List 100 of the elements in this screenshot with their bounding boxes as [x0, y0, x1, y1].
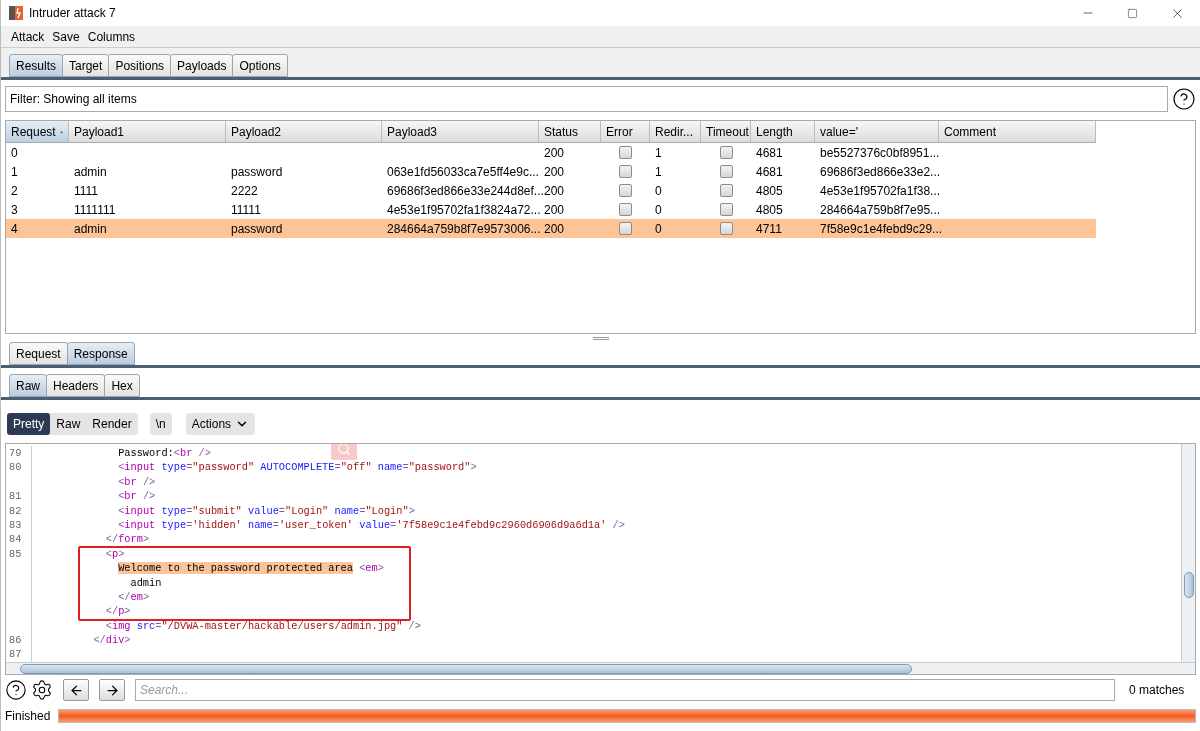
- table-cell-text: 284664a759b8f7e9573006...: [387, 220, 541, 238]
- tab[interactable]: Response: [66, 342, 135, 365]
- table-cell-text: 4681: [756, 144, 783, 162]
- tab[interactable]: Raw: [9, 374, 47, 397]
- code-line: <img src="/DVWA-master/hackable/users/admin.jpg" />: [104, 619, 421, 632]
- app-logo-icon: [9, 6, 23, 20]
- table-row[interactable]: 3 1111111 11111 4e53e1f95702fa1f3824a72... 200 0 4805 284664a759b8f7e95...: [6, 200, 1096, 219]
- menu-item[interactable]: Columns: [87, 27, 136, 46]
- checkbox[interactable]: [619, 184, 632, 197]
- table-cell-text: 063e1fd56033ca7e5ff4e9c...: [387, 163, 539, 181]
- checkbox[interactable]: [619, 203, 632, 216]
- tab[interactable]: Options: [232, 54, 288, 77]
- column-header[interactable]: Timeout: [701, 121, 751, 142]
- checkbox[interactable]: [619, 165, 632, 178]
- vertical-scrollbar[interactable]: [1181, 444, 1195, 662]
- table-cell-text: 200: [544, 220, 565, 238]
- checkbox[interactable]: [619, 222, 632, 235]
- tab[interactable]: Request: [9, 342, 68, 365]
- sort-up-icon: [59, 128, 63, 135]
- menu-item[interactable]: Attack: [11, 27, 45, 46]
- table-cell-text: 284664a759b8f7e95...: [820, 201, 941, 219]
- table-cell-text: 200: [544, 163, 565, 181]
- line-number: 82: [9, 504, 22, 517]
- code-line: Welcome to the password protected area <em>: [117, 562, 384, 575]
- column-header[interactable]: Comment: [939, 121, 1096, 142]
- column-header[interactable]: Payload2: [226, 121, 382, 142]
- code-line: </div>: [92, 634, 131, 647]
- checkbox[interactable]: [719, 146, 733, 159]
- arrow-right-icon: [104, 682, 120, 698]
- table-row[interactable]: 1 admin password 063e1fd56033ca7e5ff4e9c... 200 1 4681 69686f3ed866e33e2...: [6, 162, 1096, 181]
- column-header[interactable]: Request: [6, 121, 69, 142]
- tab[interactable]: Headers: [46, 374, 106, 397]
- table-row[interactable]: 0 200 1 4681 be5527376c0bf8951...: [6, 143, 1096, 162]
- column-header[interactable]: Error: [601, 121, 650, 142]
- checkbox[interactable]: [719, 165, 733, 178]
- menu-item[interactable]: Save: [52, 27, 80, 46]
- column-header[interactable]: Payload3: [382, 121, 539, 142]
- table-cell-text: 2: [11, 182, 18, 200]
- line-number: 81: [9, 490, 22, 503]
- table-cell-text: 4e53e1f95702fa1f3824a72...: [387, 201, 541, 219]
- line-number: 85: [9, 547, 22, 560]
- table-cell-text: admin: [74, 163, 107, 181]
- code-line: <input type="submit" value="Login" name="Login">: [117, 504, 415, 517]
- search-field[interactable]: Search...: [135, 679, 1115, 701]
- actions-button[interactable]: Actions: [185, 413, 256, 435]
- code-line: <input type="password" AUTOCOMPLETE="off" name="password">: [117, 461, 477, 474]
- format-toggle[interactable]: Render: [86, 413, 138, 435]
- tab[interactable]: Results: [9, 54, 63, 77]
- search-icon: [337, 444, 351, 456]
- line-number: 87: [9, 648, 22, 661]
- column-header[interactable]: Length: [751, 121, 815, 142]
- checkbox[interactable]: [619, 146, 632, 159]
- checkbox[interactable]: [719, 203, 733, 216]
- table-cell-text: 1: [655, 163, 662, 181]
- table-cell-text: 4711: [756, 220, 782, 238]
- format-toggle[interactable]: Raw: [50, 413, 87, 435]
- forward-button[interactable]: [99, 679, 125, 701]
- settings-icon[interactable]: [31, 679, 53, 701]
- table-cell-text: 200: [544, 144, 565, 162]
- table-cell-text: 1111111: [74, 201, 116, 219]
- table-cell-text: 200: [544, 201, 565, 219]
- line-number: 86: [9, 634, 22, 647]
- table-cell-text: 0: [655, 201, 662, 219]
- back-button[interactable]: [63, 679, 89, 701]
- help-icon[interactable]: [5, 679, 27, 701]
- line-number: 84: [9, 533, 22, 546]
- newline-button[interactable]: \n: [149, 413, 172, 435]
- table-cell-text: 200: [544, 182, 565, 200]
- tab[interactable]: Target: [62, 54, 110, 77]
- format-toggle[interactable]: Pretty: [7, 413, 51, 435]
- table-cell-text: 0: [655, 182, 662, 200]
- table-cell-text: password: [231, 220, 283, 238]
- column-header[interactable]: Status: [539, 121, 601, 142]
- table-cell-text: 1: [655, 144, 662, 162]
- code-line: </form>: [104, 533, 150, 546]
- code-line: <p>: [104, 547, 125, 560]
- table-cell-text: 3: [11, 201, 18, 219]
- filter-bar[interactable]: Filter: Showing all items: [5, 86, 1168, 112]
- column-header[interactable]: Redir...: [650, 121, 701, 142]
- table-cell-text: 4805: [756, 182, 783, 200]
- checkbox[interactable]: [719, 184, 733, 197]
- code-line: </em>: [117, 590, 150, 603]
- column-header[interactable]: Payload1: [69, 121, 226, 142]
- table-row[interactable]: 4 admin password 284664a759b8f7e9573006... 200 0 4711 7f58e9c1e4febd9c29...: [6, 219, 1096, 238]
- table-cell-text: 11111: [231, 201, 261, 219]
- table-cell-text: 69686f3ed866e33e2...: [820, 163, 941, 181]
- code-line: <br />: [117, 490, 156, 503]
- tab[interactable]: Payloads: [170, 54, 234, 77]
- tab[interactable]: Hex: [104, 374, 140, 397]
- table-cell-text: password: [231, 163, 283, 181]
- horizontal-scrollbar[interactable]: [6, 662, 1195, 674]
- checkbox[interactable]: [719, 222, 733, 235]
- table-row[interactable]: 2 1111 2222 69686f3ed866e33e244d8ef...200 0 4805 4e53e1f95702fa1f38...: [6, 181, 1096, 200]
- table-cell-text: 4681: [756, 163, 783, 181]
- code-line: Password:<br />: [117, 447, 211, 459]
- code-line: </p>: [104, 605, 131, 618]
- column-header[interactable]: value=': [815, 121, 939, 142]
- table-cell-text: 69686f3ed866e33e244d8ef...: [387, 182, 544, 200]
- tab[interactable]: Positions: [108, 54, 172, 77]
- help-icon[interactable]: [1172, 87, 1196, 111]
